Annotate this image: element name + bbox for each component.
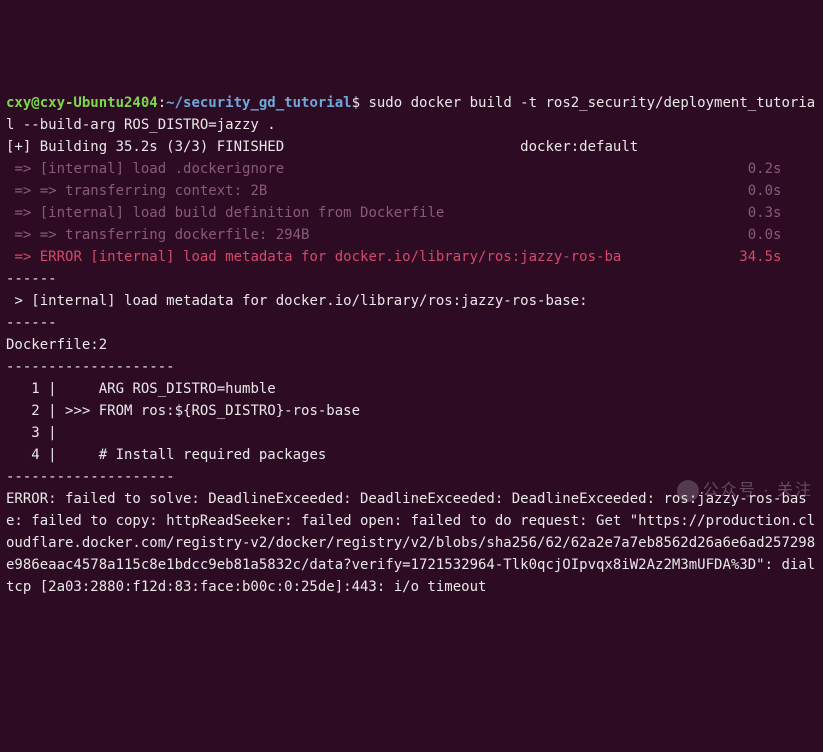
build-header-spacer bbox=[284, 139, 520, 155]
build-step: => [internal] load build definition from… bbox=[6, 202, 817, 224]
user-host: cxy@cxy-Ubuntu2404 bbox=[6, 95, 158, 111]
dockerfile-line: 3 | bbox=[6, 422, 817, 444]
separator: ------ bbox=[6, 312, 817, 334]
build-step: => => transferring context: 2B 0.0s bbox=[6, 180, 817, 202]
build-header: [+] Building 35.2s (3/3) FINISHED docker… bbox=[6, 136, 817, 158]
prompt-line: cxy@cxy-Ubuntu2404:~/security_gd_tutoria… bbox=[6, 92, 817, 136]
dash-separator: -------------------- bbox=[6, 466, 817, 488]
build-step: => => transferring dockerfile: 294B 0.0s bbox=[6, 224, 817, 246]
dockerfile-line: 2 | >>> FROM ros:${ROS_DISTRO}-ros-base bbox=[6, 400, 817, 422]
dockerfile-line: 4 | # Install required packages bbox=[6, 444, 817, 466]
metadata-line: > [internal] load metadata for docker.io… bbox=[6, 290, 817, 312]
terminal-output[interactable]: cxy@cxy-Ubuntu2404:~/security_gd_tutoria… bbox=[6, 92, 817, 598]
separator: ------ bbox=[6, 268, 817, 290]
build-step: => [internal] load .dockerignore 0.2s bbox=[6, 158, 817, 180]
cwd-path: ~/security_gd_tutorial bbox=[166, 95, 351, 111]
dockerfile-label: Dockerfile:2 bbox=[6, 334, 817, 356]
dash-separator: -------------------- bbox=[6, 356, 817, 378]
dockerfile-line: 1 | ARG ROS_DISTRO=humble bbox=[6, 378, 817, 400]
error-message: ERROR: failed to solve: DeadlineExceeded… bbox=[6, 488, 817, 598]
build-step: => ERROR [internal] load metadata for do… bbox=[6, 246, 817, 268]
